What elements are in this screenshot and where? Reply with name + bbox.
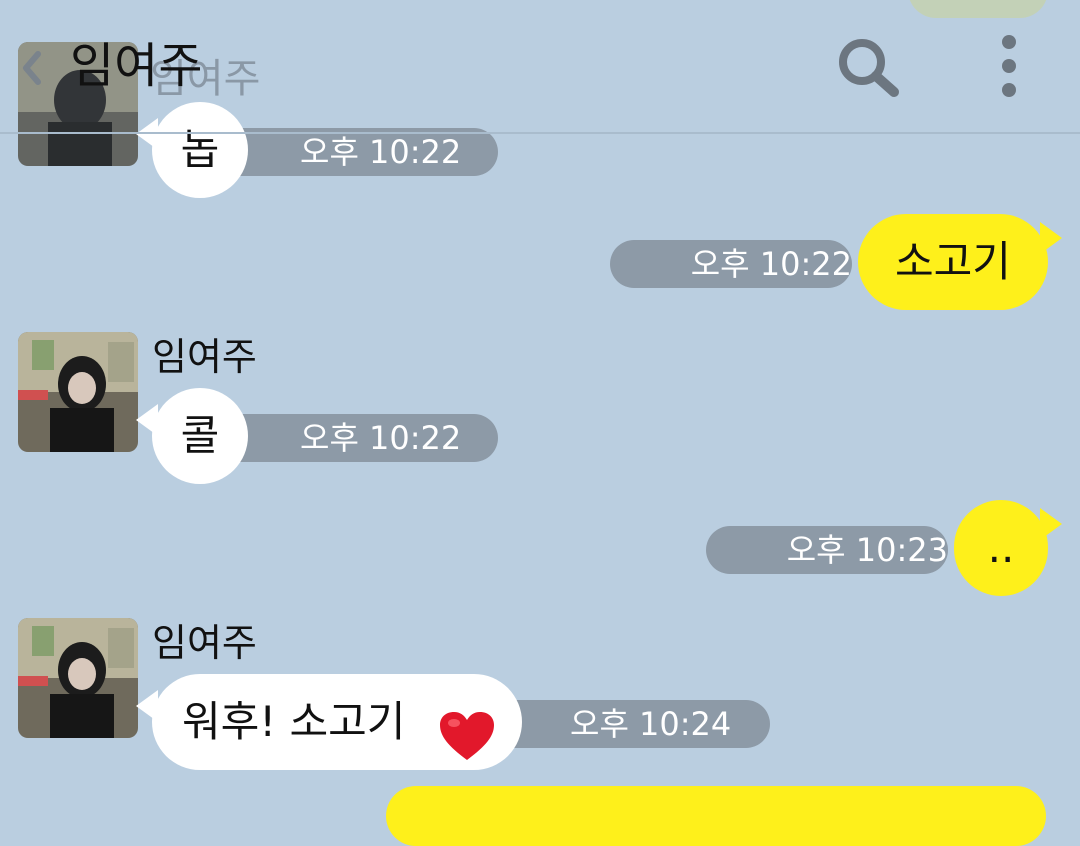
avatar[interactable] xyxy=(18,618,138,738)
message-bubble[interactable]: .. xyxy=(954,500,1048,596)
sender-name: 임여주 xyxy=(152,621,257,665)
chevron-left-icon[interactable] xyxy=(18,48,46,88)
sender-name: 임여주 xyxy=(152,335,257,379)
message-bubble[interactable]: 소고기 xyxy=(858,214,1048,310)
message-time: 오후 10:22 xyxy=(610,240,852,288)
partial-outgoing-bubble xyxy=(386,786,1046,846)
chat-title: 임여주 xyxy=(70,38,203,94)
heart-icon xyxy=(438,700,496,760)
search-icon[interactable] xyxy=(836,36,902,98)
message-time: 오후 10:23 xyxy=(706,526,948,574)
message-bubble[interactable]: 콜 xyxy=(152,388,248,484)
message-bubble[interactable]: 워후! 소고기 xyxy=(152,674,522,770)
chat-header: 임여주 xyxy=(0,0,1080,134)
message-text: 워후! 소고기 xyxy=(182,697,406,746)
avatar[interactable] xyxy=(18,332,138,452)
more-vertical-icon[interactable] xyxy=(994,34,1024,98)
